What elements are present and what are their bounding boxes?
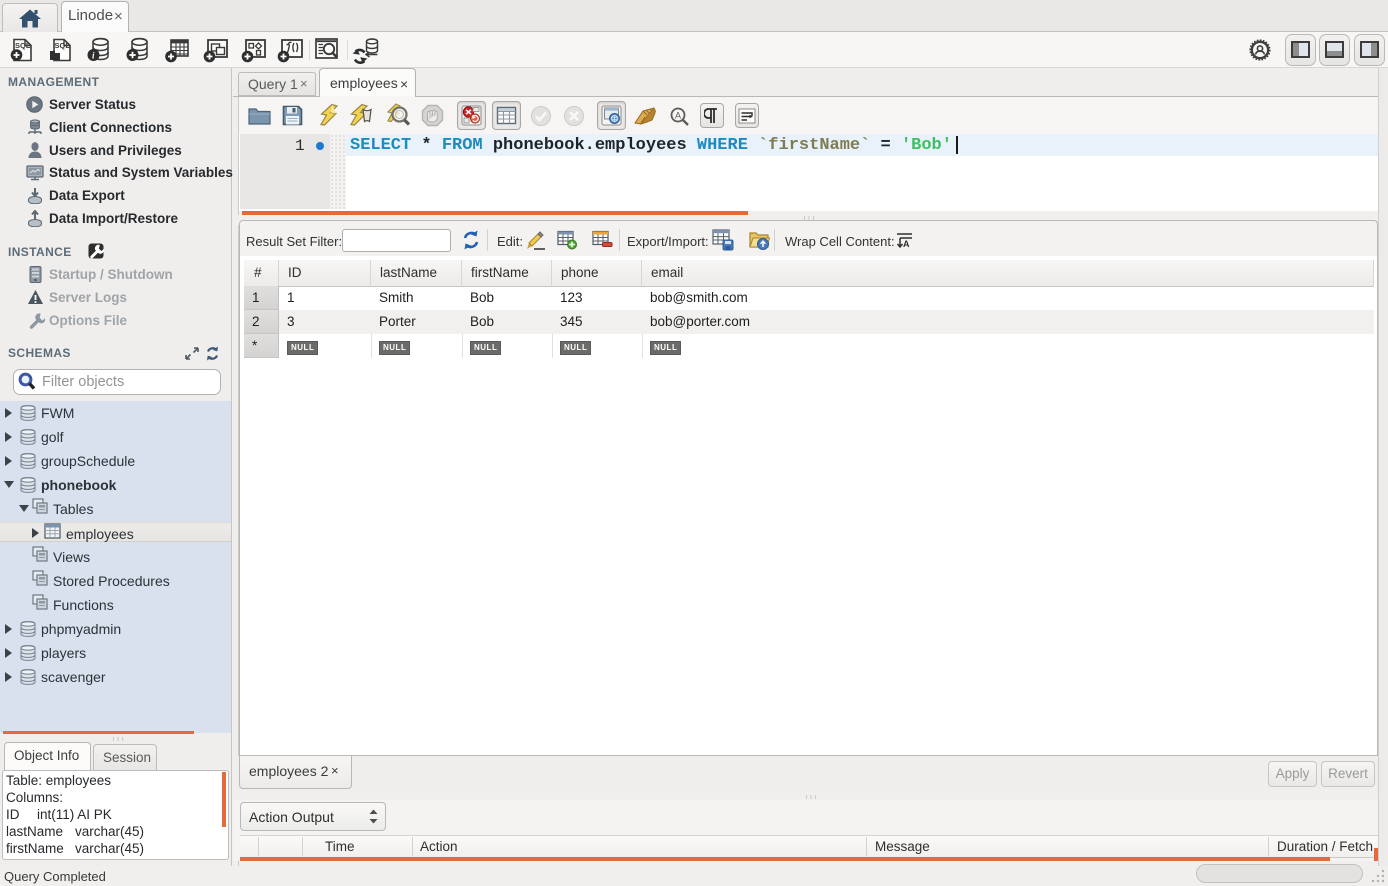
- svg-text:A: A: [903, 239, 910, 249]
- svg-text:SQL: SQL: [15, 41, 31, 50]
- svg-text:SQL: SQL: [55, 41, 71, 50]
- svg-text:A: A: [675, 111, 681, 121]
